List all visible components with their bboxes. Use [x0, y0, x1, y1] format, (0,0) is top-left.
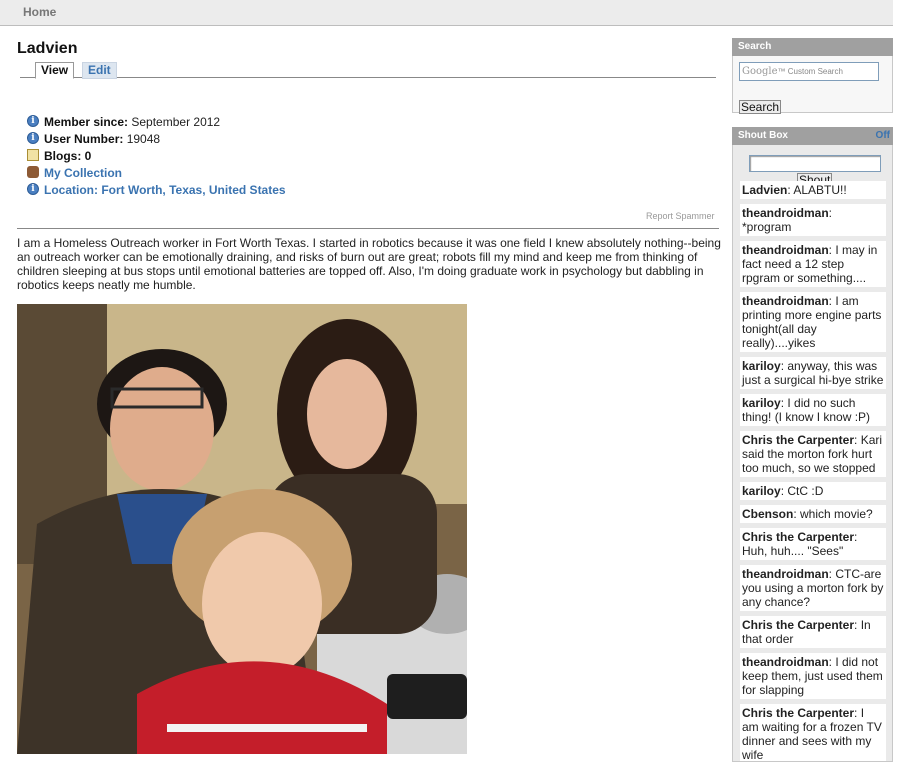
shout-user[interactable]: Chris the Carpenter — [742, 530, 854, 544]
search-block-title-text: Search — [738, 41, 772, 52]
shout-message: Chris the Carpenter: In that order — [740, 616, 886, 648]
location-link[interactable]: Location: Fort Worth, Texas, United Stat… — [44, 183, 286, 197]
my-collection-link[interactable]: My Collection — [44, 166, 122, 180]
info-icon: i — [27, 183, 39, 195]
shout-message: Ladvien: ALABTU!! — [740, 181, 886, 199]
shout-input[interactable] — [749, 155, 881, 172]
member-since-row: i Member since: September 2012 — [27, 114, 286, 131]
shout-user[interactable]: theandroidman — [742, 294, 829, 308]
shout-message: Chris the Carpenter: Huh, huh.... "Sees" — [740, 528, 886, 560]
user-number-row: i User Number: 19048 — [27, 131, 286, 148]
profile-photo — [17, 304, 467, 754]
shout-user[interactable]: Cbenson — [742, 507, 793, 521]
divider — [17, 228, 719, 229]
shout-user[interactable]: Chris the Carpenter — [742, 706, 854, 720]
search-block-title: Search — [732, 38, 893, 56]
tab-edit[interactable]: Edit — [82, 62, 117, 79]
shoutbox-block: Shout Box Off Shout Ladvien: ALABTU!! the… — [732, 127, 893, 762]
shout-message: kariloy: I did no such thing! (I know I … — [740, 394, 886, 426]
shout-user[interactable]: theandroidman — [742, 567, 829, 581]
search-block-body: Google™ Custom Search Search — [732, 56, 893, 114]
member-since-value: September 2012 — [128, 115, 221, 129]
shout-message: theandroidman: I may in fact need a 12 s… — [740, 241, 886, 287]
shout-message: Cbenson: which movie? — [740, 505, 886, 523]
shout-user[interactable]: Chris the Carpenter — [742, 618, 854, 632]
shout-message: theandroidman: I did not keep them, just… — [740, 653, 886, 699]
shout-user[interactable]: theandroidman — [742, 243, 829, 257]
search-placeholder-text: Custom Search — [787, 67, 843, 76]
shout-message: Chris the Carpenter: I am waiting for a … — [740, 704, 886, 761]
shout-message: kariloy: CtC :D — [740, 482, 886, 500]
blogs-value: 0 — [81, 149, 92, 163]
shout-message: theandroidman: CTC-are you using a morto… — [740, 565, 886, 611]
shout-user[interactable]: kariloy — [742, 359, 781, 373]
shoutbox-title: Shout Box Off — [732, 127, 893, 145]
shoutbox-body: Shout Ladvien: ALABTU!! theandroidman: *p… — [732, 145, 893, 762]
blogs-label: Blogs: — [44, 149, 82, 163]
profile-bio: I am a Homeless Outreach worker in Fort … — [17, 236, 721, 292]
collection-icon — [27, 166, 39, 178]
shout-text: : which movie? — [793, 507, 873, 521]
blogs-row: Blogs: 0 — [27, 148, 286, 165]
search-input[interactable]: Google™ Custom Search — [739, 62, 879, 81]
shout-user[interactable]: kariloy — [742, 484, 781, 498]
shout-user[interactable]: Ladvien — [742, 183, 787, 197]
shout-message: kariloy: anyway, this was just a surgica… — [740, 357, 886, 389]
top-nav-bar: Home — [0, 0, 893, 26]
home-link[interactable]: Home — [23, 5, 56, 19]
shout-message: theandroidman: I am printing more engine… — [740, 292, 886, 352]
shout-messages: Ladvien: ALABTU!! theandroidman: *program… — [740, 181, 886, 761]
shout-text: : ALABTU!! — [787, 183, 847, 197]
shout-text: : CtC :D — [780, 484, 824, 498]
shout-message: Chris the Carpenter: Kari said the morto… — [740, 431, 886, 477]
report-spammer-link[interactable]: Report Spammer — [646, 211, 715, 221]
shoutbox-off-toggle[interactable]: Off — [876, 127, 890, 145]
search-placeholder-brand: Google — [742, 66, 778, 77]
shout-user[interactable]: theandroidman — [742, 655, 829, 669]
search-button[interactable]: Search — [739, 100, 782, 114]
location-row: i Location: Fort Worth, Texas, United St… — [27, 182, 286, 199]
profile-tabs: View Edit — [20, 62, 716, 79]
info-icon: i — [27, 132, 39, 144]
shout-user[interactable]: theandroidman — [742, 206, 829, 220]
profile-info-list: i Member since: September 2012 i User Nu… — [27, 114, 286, 199]
user-number-label: User Number: — [44, 132, 124, 146]
blog-icon — [27, 149, 39, 161]
shout-user[interactable]: Chris the Carpenter — [742, 433, 854, 447]
info-icon: i — [27, 115, 39, 127]
shoutbox-title-text: Shout Box — [738, 130, 788, 141]
tab-view[interactable]: View — [35, 62, 75, 79]
page-title: Ladvien — [17, 40, 78, 57]
member-since-label: Member since: — [44, 115, 129, 129]
shout-message: theandroidman: *program — [740, 204, 886, 236]
search-block: Search Google™ Custom Search Search — [732, 38, 893, 114]
right-sidebar: Search Google™ Custom Search Search Shou… — [732, 38, 893, 762]
collection-row: My Collection — [27, 165, 286, 182]
shout-user[interactable]: kariloy — [742, 396, 781, 410]
user-number-value: 19048 — [123, 132, 161, 146]
